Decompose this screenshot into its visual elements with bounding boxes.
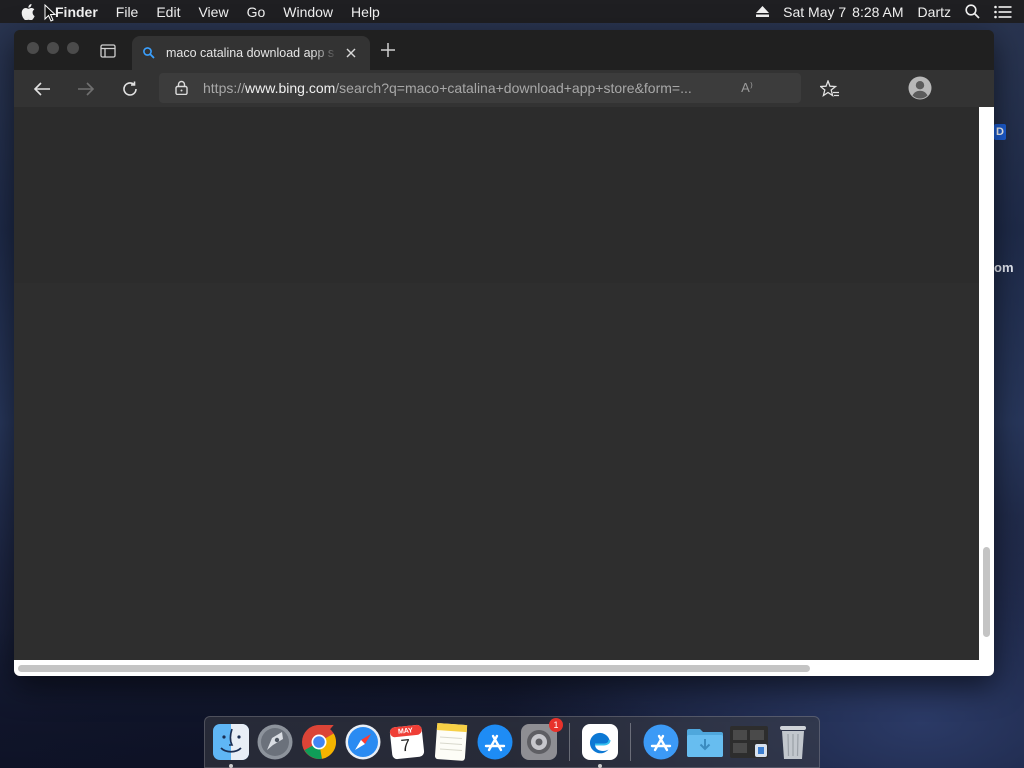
menubar-date[interactable]: Sat May 7 [783, 4, 846, 20]
dock-chrome-icon[interactable] [299, 722, 339, 762]
close-window-button[interactable] [27, 42, 39, 54]
calendar-day: 7 [399, 735, 412, 756]
window-controls [27, 42, 87, 54]
dock-trash-icon[interactable] [773, 722, 813, 762]
tab-bing-search[interactable]: maco catalina download app s [132, 36, 370, 70]
apple-menu-icon[interactable] [18, 3, 38, 20]
browser-toolbar: https://www.bing.com/search?q=maco+catal… [14, 70, 994, 107]
tab-strip: maco catalina download app s [14, 30, 994, 70]
vertical-scrollbar[interactable] [979, 107, 994, 676]
browser-window: maco catalina download app s https://www… [14, 30, 994, 676]
url-prefix: https:// [203, 80, 246, 96]
dock-launchpad-icon[interactable] [255, 722, 295, 762]
notification-center-icon[interactable] [994, 5, 1012, 19]
menu-file[interactable]: File [107, 0, 148, 23]
menu-view[interactable]: View [189, 0, 237, 23]
running-indicator [598, 764, 602, 768]
new-tab-plus-icon[interactable] [380, 42, 398, 60]
desktop-background-content: D om [994, 120, 1024, 320]
page-header-band [14, 107, 979, 283]
back-arrow-icon[interactable] [31, 78, 53, 100]
running-indicator [229, 764, 233, 768]
profile-avatar-icon[interactable] [907, 75, 933, 101]
horizontal-scrollbar-thumb[interactable] [18, 665, 810, 672]
menu-edit[interactable]: Edit [147, 0, 189, 23]
dock-applications-folder-icon[interactable] [641, 722, 681, 762]
url-text[interactable]: https://www.bing.com/search?q=maco+catal… [203, 80, 723, 96]
vertical-scrollbar-thumb[interactable] [983, 547, 990, 637]
tab-actions-icon[interactable] [100, 44, 116, 58]
page-content-area[interactable] [14, 107, 979, 660]
dock-edge-icon[interactable] [580, 722, 620, 768]
forward-arrow-icon[interactable] [75, 78, 97, 100]
tab-title: maco catalina download app s [166, 46, 335, 60]
menubar-time[interactable]: 8:28 AM [852, 4, 903, 20]
dock-screen-recording-icon[interactable] [729, 722, 769, 762]
dock-downloads-folder-icon[interactable] [685, 722, 725, 762]
address-bar[interactable]: https://www.bing.com/search?q=maco+catal… [159, 73, 801, 103]
dock-safari-icon[interactable] [343, 722, 383, 762]
bing-search-icon [142, 46, 156, 60]
dock-system-preferences-icon[interactable]: 1 [519, 718, 563, 762]
dock: MAY 7 1 [204, 716, 820, 768]
favorites-star-icon[interactable] [819, 78, 841, 100]
menubar-user[interactable]: Dartz [918, 4, 951, 20]
dock-calendar-icon[interactable]: MAY 7 [387, 722, 427, 762]
menu-help[interactable]: Help [342, 0, 389, 23]
minimize-window-button[interactable] [47, 42, 59, 54]
dock-separator [630, 723, 631, 761]
read-aloud-icon[interactable]: A⁾ [741, 80, 753, 96]
url-domain: www.bing.com [245, 80, 336, 96]
desktop-badge: D [994, 124, 1006, 140]
notification-badge: 1 [549, 718, 563, 732]
menu-go[interactable]: Go [238, 0, 275, 23]
menu-bar: Finder File Edit View Go Window Help Sat… [0, 0, 1024, 23]
refresh-icon[interactable] [119, 78, 141, 100]
url-path: /search?q=maco+catalina+download+app+sto… [335, 80, 692, 96]
dock-notes-icon[interactable] [431, 722, 471, 762]
lock-icon[interactable] [175, 80, 189, 96]
dock-finder-icon[interactable] [211, 722, 251, 768]
menu-window[interactable]: Window [274, 0, 342, 23]
desktop-peek-text: om [994, 260, 1014, 275]
dock-separator [569, 723, 570, 761]
zoom-window-button[interactable] [67, 42, 79, 54]
mouse-cursor-icon [44, 3, 57, 22]
spotlight-search-icon[interactable] [965, 4, 980, 19]
dock-app-store-icon[interactable] [475, 722, 515, 762]
eject-icon[interactable] [756, 6, 770, 17]
close-tab-icon[interactable] [342, 44, 360, 62]
horizontal-scrollbar[interactable] [14, 660, 979, 676]
